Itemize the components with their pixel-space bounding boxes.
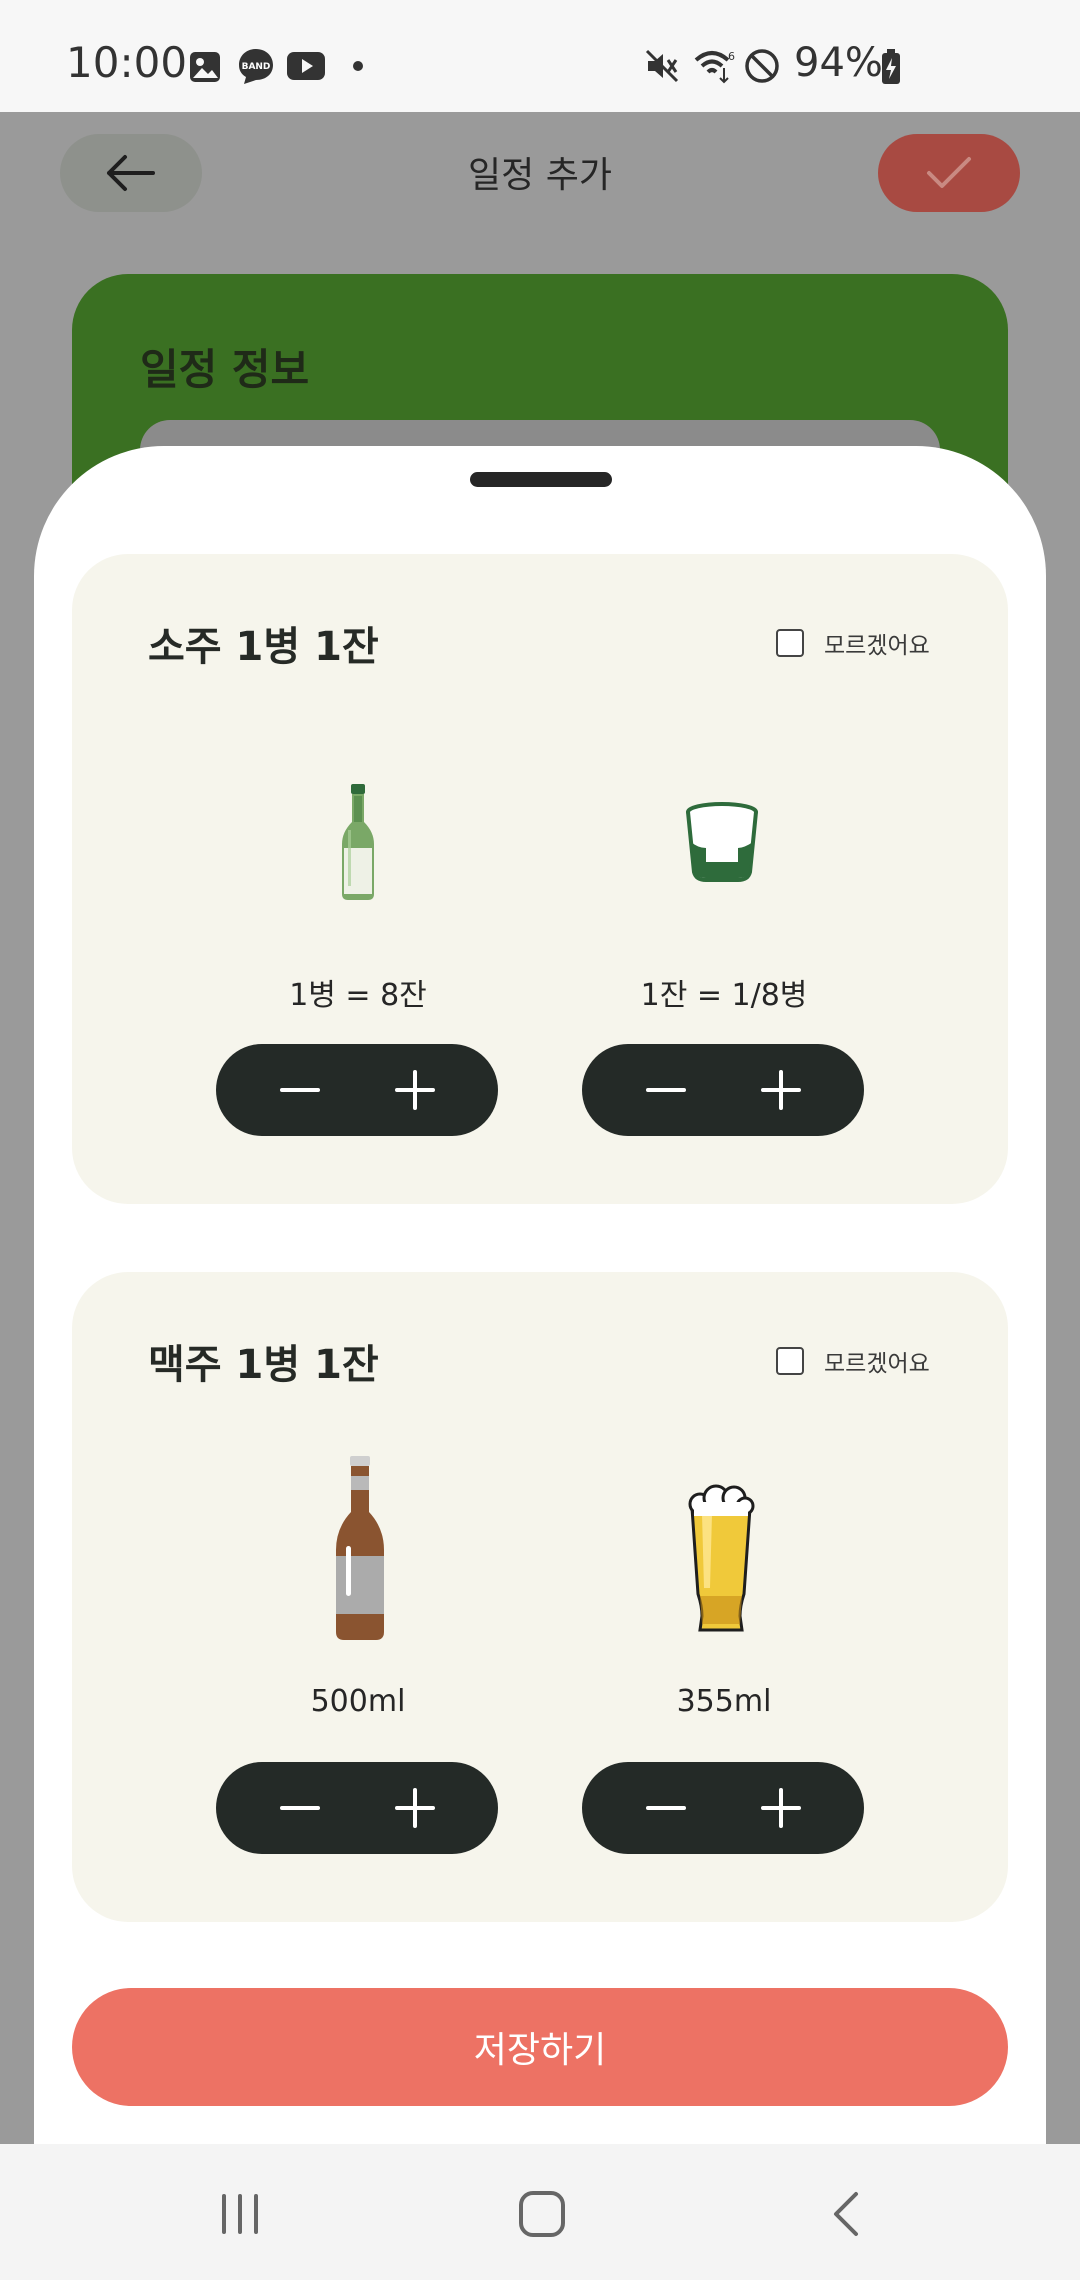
wifi-icon: 6 [694, 50, 735, 84]
minus-icon [645, 1088, 686, 1092]
beer-glass-icon [688, 1484, 755, 1632]
beer-bottle-icon [336, 1456, 384, 1640]
soju-bottle-stepper [216, 1044, 498, 1136]
battery-percent: 94% [794, 40, 883, 86]
home-icon [519, 2191, 565, 2237]
soju-glass-icon [686, 802, 758, 882]
home-button[interactable] [502, 2184, 582, 2244]
soju-unknown-label: 모르겠어요 [824, 633, 930, 659]
beer-bottle-stepper [216, 1762, 498, 1854]
soju-bottle-minus-button[interactable] [270, 1060, 330, 1120]
plus-icon [394, 1070, 435, 1110]
soju-unknown-toggle[interactable]: 모르겠어요 [776, 626, 930, 660]
confirm-button[interactable] [878, 134, 1020, 212]
recent-apps-button[interactable] [200, 2184, 280, 2244]
minus-icon [279, 1088, 320, 1092]
soju-unknown-checkbox[interactable] [776, 629, 804, 657]
beer-unknown-toggle[interactable]: 모르겠어요 [776, 1344, 930, 1378]
schedule-info-title: 일정 정보 [140, 345, 310, 394]
do-not-disturb-icon [745, 49, 779, 83]
plus-icon [394, 1788, 435, 1828]
beer-glass-label: 355ml [676, 1684, 772, 1719]
youtube-icon [287, 52, 325, 80]
beer-bottle-plus-button[interactable] [385, 1778, 445, 1838]
save-button[interactable]: 저장하기 [72, 1988, 1008, 2106]
soju-bottle-label: 1병 = 8잔 [289, 978, 427, 1013]
band-icon: BAND [239, 49, 273, 84]
status-bar: 10:00 BAND 6 94% [0, 0, 1080, 112]
minus-icon [279, 1806, 320, 1810]
beer-glass-minus-button[interactable] [636, 1778, 696, 1838]
soju-glass-label: 1잔 = 1/8병 [640, 978, 808, 1013]
battery-charging-icon [882, 49, 900, 84]
soju-glass-plus-button[interactable] [751, 1060, 811, 1120]
beer-title: 맥주 1병 1잔 [148, 1342, 379, 1388]
check-icon [927, 157, 971, 188]
svg-text:6: 6 [728, 50, 735, 63]
beer-glass-stepper [582, 1762, 864, 1854]
plus-icon [760, 1788, 801, 1828]
recent-apps-icon [222, 2194, 258, 2234]
svg-text:BAND: BAND [242, 62, 271, 72]
beer-unknown-checkbox[interactable] [776, 1347, 804, 1375]
chevron-left-icon [834, 2192, 858, 2236]
beer-unknown-label: 모르겠어요 [824, 1351, 930, 1377]
nav-back-button[interactable] [806, 2184, 886, 2244]
dot-icon [353, 61, 363, 71]
beer-bottle-label: 500ml [310, 1684, 406, 1719]
soju-card: 소주 1병 1잔 모르겠어요 1병 = 8잔 1잔 = 1/8병 [72, 554, 1008, 1204]
soju-bottle-plus-button[interactable] [385, 1060, 445, 1120]
gallery-icon [190, 52, 220, 82]
beer-glass-plus-button[interactable] [751, 1778, 811, 1838]
status-time: 10:00 [66, 38, 188, 87]
sheet-drag-handle[interactable] [470, 472, 612, 487]
soju-glass-minus-button[interactable] [636, 1060, 696, 1120]
soju-glass-stepper [582, 1044, 864, 1136]
navigation-bar [0, 2144, 1080, 2280]
mute-icon [645, 49, 679, 83]
beer-bottle-minus-button[interactable] [270, 1778, 330, 1838]
beer-card: 맥주 1병 1잔 모르겠어요 500ml 355ml [72, 1272, 1008, 1922]
minus-icon [645, 1806, 686, 1810]
soju-title: 소주 1병 1잔 [148, 624, 379, 670]
plus-icon [760, 1070, 801, 1110]
soju-bottle-icon [342, 784, 374, 900]
